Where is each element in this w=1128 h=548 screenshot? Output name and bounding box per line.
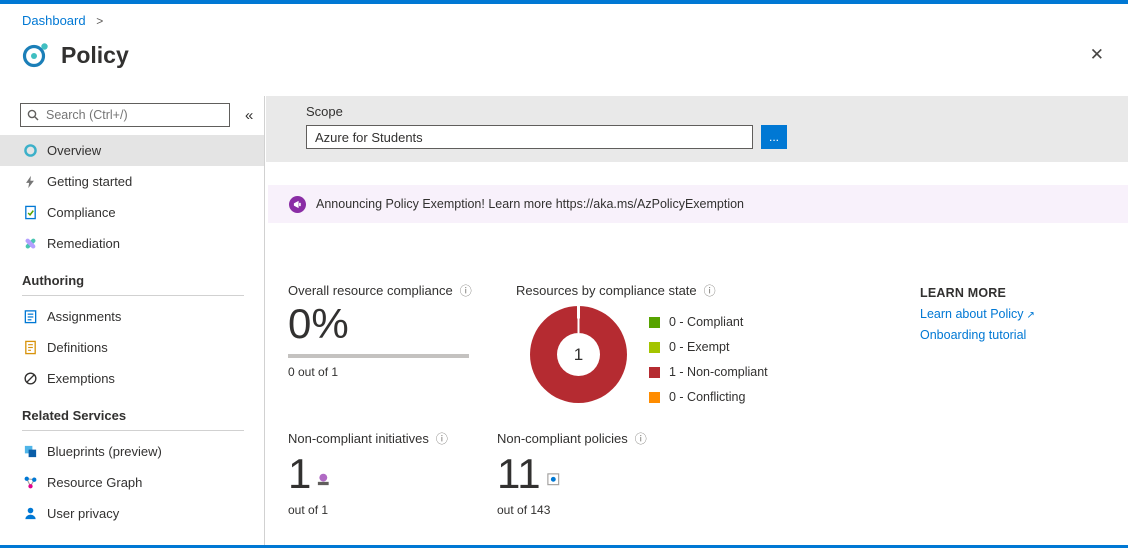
exemptions-icon: [22, 371, 38, 387]
remediation-icon: [22, 236, 38, 252]
compliance-donut-chart[interactable]: 1: [530, 306, 627, 403]
learn-link-label: Learn about Policy: [920, 307, 1024, 321]
compliance-state-title: Resources by compliance state: [516, 283, 697, 298]
scope-bar: Scope ...: [266, 96, 1128, 162]
announcement-banner: Announcing Policy Exemption! Learn more …: [268, 185, 1128, 223]
learn-about-policy-link[interactable]: Learn about Policy ↗: [920, 307, 1035, 321]
onboarding-tutorial-link[interactable]: Onboarding tutorial: [920, 328, 1035, 342]
info-icon[interactable]: ⓘ: [436, 430, 448, 447]
banner-link[interactable]: https://aka.ms/AzPolicyExemption: [556, 197, 744, 211]
collapse-sidebar-icon[interactable]: «: [245, 107, 253, 124]
close-icon[interactable]: ✕: [1084, 44, 1110, 66]
sidebar-item-label: Definitions: [47, 340, 108, 355]
legend-label: 0 - Compliant: [669, 315, 744, 329]
breadcrumb-separator-icon: >: [96, 14, 104, 28]
non-compliant-policies-card[interactable]: Non-compliant policies ⓘ 11 out of 143: [497, 430, 647, 517]
sidebar-item-remediation[interactable]: Remediation: [0, 228, 264, 259]
legend-swatch: [649, 391, 660, 403]
page-title: Policy: [61, 41, 129, 68]
overall-compliance-subtext: 0 out of 1: [288, 365, 339, 380]
megaphone-icon: [289, 195, 306, 213]
info-icon[interactable]: ⓘ: [460, 282, 472, 299]
scope-browse-button[interactable]: ...: [761, 125, 787, 149]
sidebar-item-definitions[interactable]: Definitions: [0, 332, 264, 363]
sidebar-item-label: Remediation: [47, 236, 120, 251]
policies-title: Non-compliant policies: [497, 431, 628, 446]
non-compliant-initiatives-card[interactable]: Non-compliant initiatives ⓘ 1 out of 1: [288, 430, 448, 517]
initiatives-subtext: out of 1: [288, 503, 329, 518]
blueprints-icon: [22, 444, 38, 460]
compliance-icon: [22, 205, 38, 221]
learn-more-title: LEARN MORE: [920, 286, 1007, 300]
scope-input[interactable]: [306, 125, 753, 149]
initiative-icon: [316, 472, 331, 487]
info-icon[interactable]: ⓘ: [635, 430, 647, 447]
legend-swatch: [649, 316, 660, 328]
legend-item-non-compliant: 1 - Non-compliant: [649, 365, 768, 379]
sidebar-item-assignments[interactable]: Assignments: [0, 301, 264, 332]
donut-center-value: 1: [557, 333, 600, 376]
page-header: Policy: [20, 40, 129, 70]
initiatives-count: 1: [288, 450, 312, 497]
sidebar-item-blueprints[interactable]: Blueprints (preview): [0, 436, 264, 467]
definitions-icon: [22, 340, 38, 356]
banner-message: Announcing Policy Exemption! Learn more: [316, 197, 553, 211]
sidebar-item-label: User privacy: [47, 506, 120, 521]
legend-swatch: [649, 366, 660, 378]
compliance-state-card: Resources by compliance state ⓘ 1 0 - Co…: [516, 282, 768, 415]
sidebar: « Overview Getting started Compliance: [0, 96, 265, 545]
sidebar-item-user-privacy[interactable]: User privacy: [0, 498, 264, 529]
legend-label: 1 - Non-compliant: [669, 365, 768, 379]
initiatives-title: Non-compliant initiatives: [288, 431, 429, 446]
assignments-icon: [22, 309, 38, 325]
policy-count-icon: [546, 472, 561, 487]
main-content: Scope ... Announcing Policy Exemption! L…: [266, 96, 1128, 545]
info-icon[interactable]: ⓘ: [704, 282, 716, 299]
sidebar-section-related-services: Related Services: [22, 408, 244, 431]
overview-icon: [22, 143, 38, 159]
breadcrumb: Dashboard >: [22, 13, 103, 28]
sidebar-item-overview[interactable]: Overview: [0, 135, 264, 166]
external-link-icon: ↗: [1026, 310, 1035, 321]
legend-item-compliant: 0 - Compliant: [649, 315, 768, 329]
sidebar-item-resource-graph[interactable]: Resource Graph: [0, 467, 264, 498]
sidebar-item-compliance[interactable]: Compliance: [0, 197, 264, 228]
sidebar-item-label: Blueprints (preview): [47, 444, 162, 459]
policy-icon: [20, 40, 50, 70]
policies-subtext: out of 143: [497, 503, 551, 518]
legend-label: 0 - Conflicting: [669, 390, 746, 404]
legend-swatch: [649, 341, 660, 353]
compliance-progress-bar: [288, 354, 469, 359]
overall-compliance-card: Overall resource compliance ⓘ 0% 0 out o…: [288, 282, 472, 379]
policies-count: 11: [497, 450, 541, 497]
sidebar-item-label: Getting started: [47, 174, 133, 189]
sidebar-item-label: Compliance: [47, 205, 116, 220]
search-box: [20, 103, 230, 127]
sidebar-item-exemptions[interactable]: Exemptions: [0, 363, 264, 394]
legend-item-conflicting: 0 - Conflicting: [649, 390, 768, 404]
sidebar-item-getting-started[interactable]: Getting started: [0, 166, 264, 197]
compliance-legend: 0 - Compliant 0 - Exempt 1 - Non-complia…: [649, 315, 768, 415]
top-accent-bar: [0, 0, 1128, 4]
sidebar-item-label: Overview: [47, 143, 102, 158]
scope-label: Scope: [306, 104, 343, 119]
user-privacy-icon: [22, 506, 38, 522]
breadcrumb-link-dashboard[interactable]: Dashboard: [22, 13, 86, 28]
legend-label: 0 - Exempt: [669, 340, 730, 354]
search-input[interactable]: [20, 103, 230, 127]
overall-compliance-percent: 0%: [288, 300, 349, 347]
learn-link-label: Onboarding tutorial: [920, 328, 1027, 342]
sidebar-item-label: Exemptions: [47, 371, 115, 386]
getting-started-icon: [22, 174, 38, 190]
learn-more-card: LEARN MORE Learn about Policy ↗ Onboardin…: [920, 286, 1035, 342]
sidebar-item-label: Resource Graph: [47, 475, 143, 490]
sidebar-section-authoring: Authoring: [22, 273, 244, 296]
sidebar-item-label: Assignments: [47, 309, 122, 324]
search-icon: [27, 109, 39, 121]
legend-item-exempt: 0 - Exempt: [649, 340, 768, 354]
resource-graph-icon: [22, 475, 38, 491]
overall-compliance-title: Overall resource compliance: [288, 283, 453, 298]
